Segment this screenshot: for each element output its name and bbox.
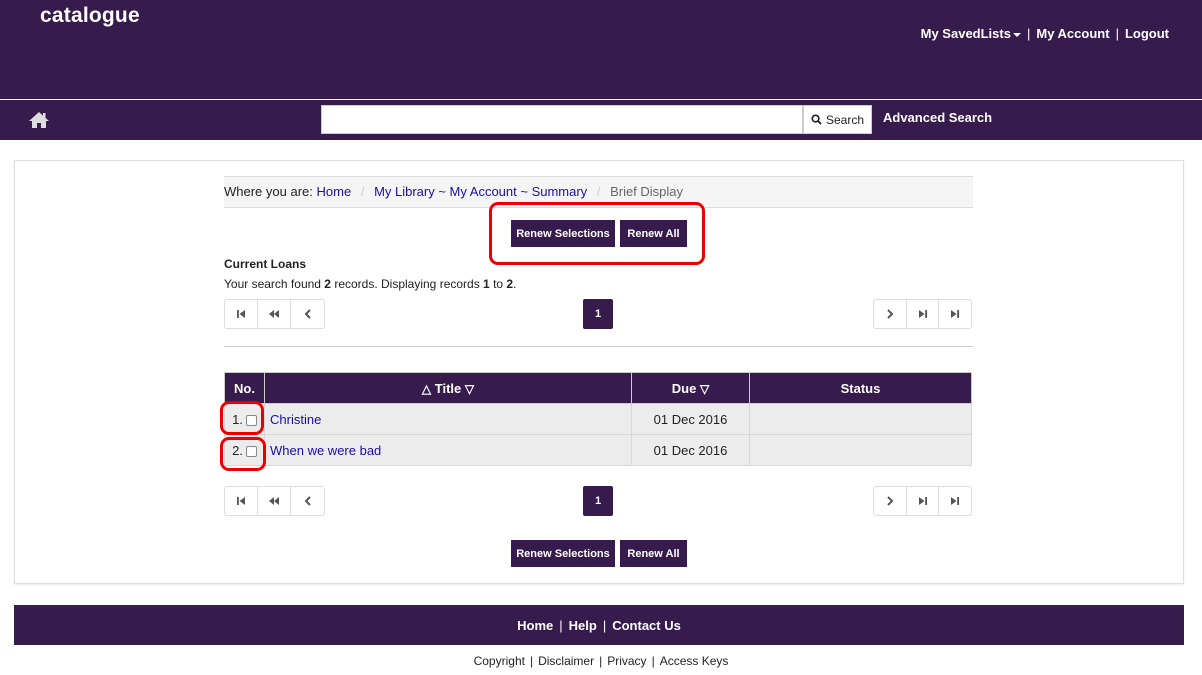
- bottom-separator: |: [529, 654, 534, 668]
- loans-table: No. △ Title ▽ Due ▽ Status 1. Christine …: [224, 372, 972, 466]
- footer-separator: |: [559, 617, 563, 633]
- bottom-separator: |: [651, 654, 655, 668]
- access-keys-link[interactable]: Access Keys: [660, 654, 729, 668]
- due-date-cell: 01 Dec 2016: [631, 403, 750, 435]
- status-cell: [749, 434, 972, 466]
- fast-back-icon[interactable]: [258, 487, 291, 515]
- caret-down-icon: [1012, 32, 1021, 37]
- item-title-link[interactable]: When we were bad: [270, 443, 381, 458]
- column-header-no: No.: [224, 372, 265, 404]
- table-row: 2. When we were bad 01 Dec 2016: [224, 434, 972, 466]
- bottom-separator: |: [599, 654, 603, 668]
- renew-all-button-bottom[interactable]: Renew All: [620, 540, 687, 567]
- search-button[interactable]: Search: [803, 105, 872, 134]
- nav-separator: |: [1026, 26, 1031, 41]
- search-icon: [811, 114, 822, 125]
- footer-contact-link[interactable]: Contact Us: [612, 618, 681, 633]
- site-logo[interactable]: catalogue: [40, 4, 140, 28]
- renew-selections-button-top[interactable]: Renew Selections: [511, 220, 615, 247]
- site-footer: Home | Help | Contact Us: [14, 605, 1184, 645]
- footer-home-link[interactable]: Home: [517, 618, 553, 633]
- breadcrumb-current: Brief Display: [610, 184, 684, 199]
- footer-help-link[interactable]: Help: [569, 618, 597, 633]
- fast-forward-icon[interactable]: [907, 487, 939, 515]
- fast-back-icon[interactable]: [258, 300, 291, 328]
- sort-desc-icon[interactable]: ▽: [700, 382, 709, 396]
- nav-separator: |: [1115, 26, 1119, 41]
- next-icon[interactable]: [874, 300, 907, 328]
- disclaimer-link[interactable]: Disclaimer: [538, 654, 594, 668]
- highlight-box-row-2: [220, 437, 266, 471]
- next-icon[interactable]: [874, 487, 907, 515]
- search-bar: Search Advanced Search: [0, 100, 1202, 140]
- pager-forward-group: [873, 299, 972, 329]
- column-header-status: Status: [749, 372, 972, 404]
- fast-forward-icon[interactable]: [907, 300, 939, 328]
- sort-desc-icon[interactable]: ▽: [465, 382, 474, 396]
- table-header-row: No. △ Title ▽ Due ▽ Status: [224, 372, 972, 404]
- my-account-link[interactable]: My Account: [1036, 26, 1109, 41]
- highlight-box-row-1: [220, 401, 264, 435]
- pager-forward-group-bottom: [873, 486, 972, 516]
- bottom-links: Copyright | Disclaimer | Privacy | Access Keys: [0, 654, 1202, 668]
- renew-all-button-top[interactable]: Renew All: [620, 220, 687, 247]
- last-page-icon[interactable]: [939, 300, 971, 328]
- result-info: Your search found 2 records. Displaying …: [224, 277, 517, 291]
- last-page-icon[interactable]: [939, 487, 971, 515]
- breadcrumb-home[interactable]: Home: [317, 184, 352, 199]
- prev-icon[interactable]: [291, 300, 324, 328]
- current-page[interactable]: 1: [583, 299, 613, 329]
- breadcrumb-account-summary[interactable]: My Library ~ My Account ~ Summary: [374, 184, 587, 199]
- breadcrumb-separator: /: [360, 184, 365, 199]
- prev-icon[interactable]: [291, 487, 324, 515]
- table-row: 1. Christine 01 Dec 2016: [224, 403, 972, 435]
- copyright-link[interactable]: Copyright: [474, 654, 525, 668]
- advanced-search-link[interactable]: Advanced Search: [883, 110, 992, 125]
- renew-selections-button-bottom[interactable]: Renew Selections: [511, 540, 615, 567]
- pager-back-group: [224, 299, 325, 329]
- current-page-bottom[interactable]: 1: [583, 486, 613, 516]
- sort-asc-icon[interactable]: △: [422, 382, 431, 396]
- first-page-icon[interactable]: [225, 300, 258, 328]
- section-divider: [224, 346, 973, 347]
- due-date-cell: 01 Dec 2016: [631, 434, 750, 466]
- pager-back-group-bottom: [224, 486, 325, 516]
- my-saved-lists-link[interactable]: My SavedLists: [921, 26, 1021, 41]
- footer-separator: |: [602, 617, 607, 633]
- section-title: Current Loans: [224, 257, 307, 271]
- status-cell: [749, 403, 972, 435]
- breadcrumb-prefix: Where you are:: [224, 184, 313, 199]
- site-header: catalogue My SavedLists | My Account | L…: [0, 0, 1202, 99]
- item-title-link[interactable]: Christine: [270, 412, 321, 427]
- search-input[interactable]: [321, 105, 803, 134]
- privacy-link[interactable]: Privacy: [607, 654, 646, 668]
- home-icon[interactable]: [28, 111, 50, 129]
- logout-link[interactable]: Logout: [1125, 26, 1169, 41]
- first-page-icon[interactable]: [225, 487, 258, 515]
- breadcrumb-separator: /: [596, 184, 601, 199]
- column-header-due[interactable]: Due ▽: [631, 372, 750, 404]
- top-nav: My SavedLists | My Account | Logout: [921, 26, 1169, 41]
- column-header-title[interactable]: △ Title ▽: [264, 372, 632, 404]
- search-button-label: Search: [825, 112, 865, 127]
